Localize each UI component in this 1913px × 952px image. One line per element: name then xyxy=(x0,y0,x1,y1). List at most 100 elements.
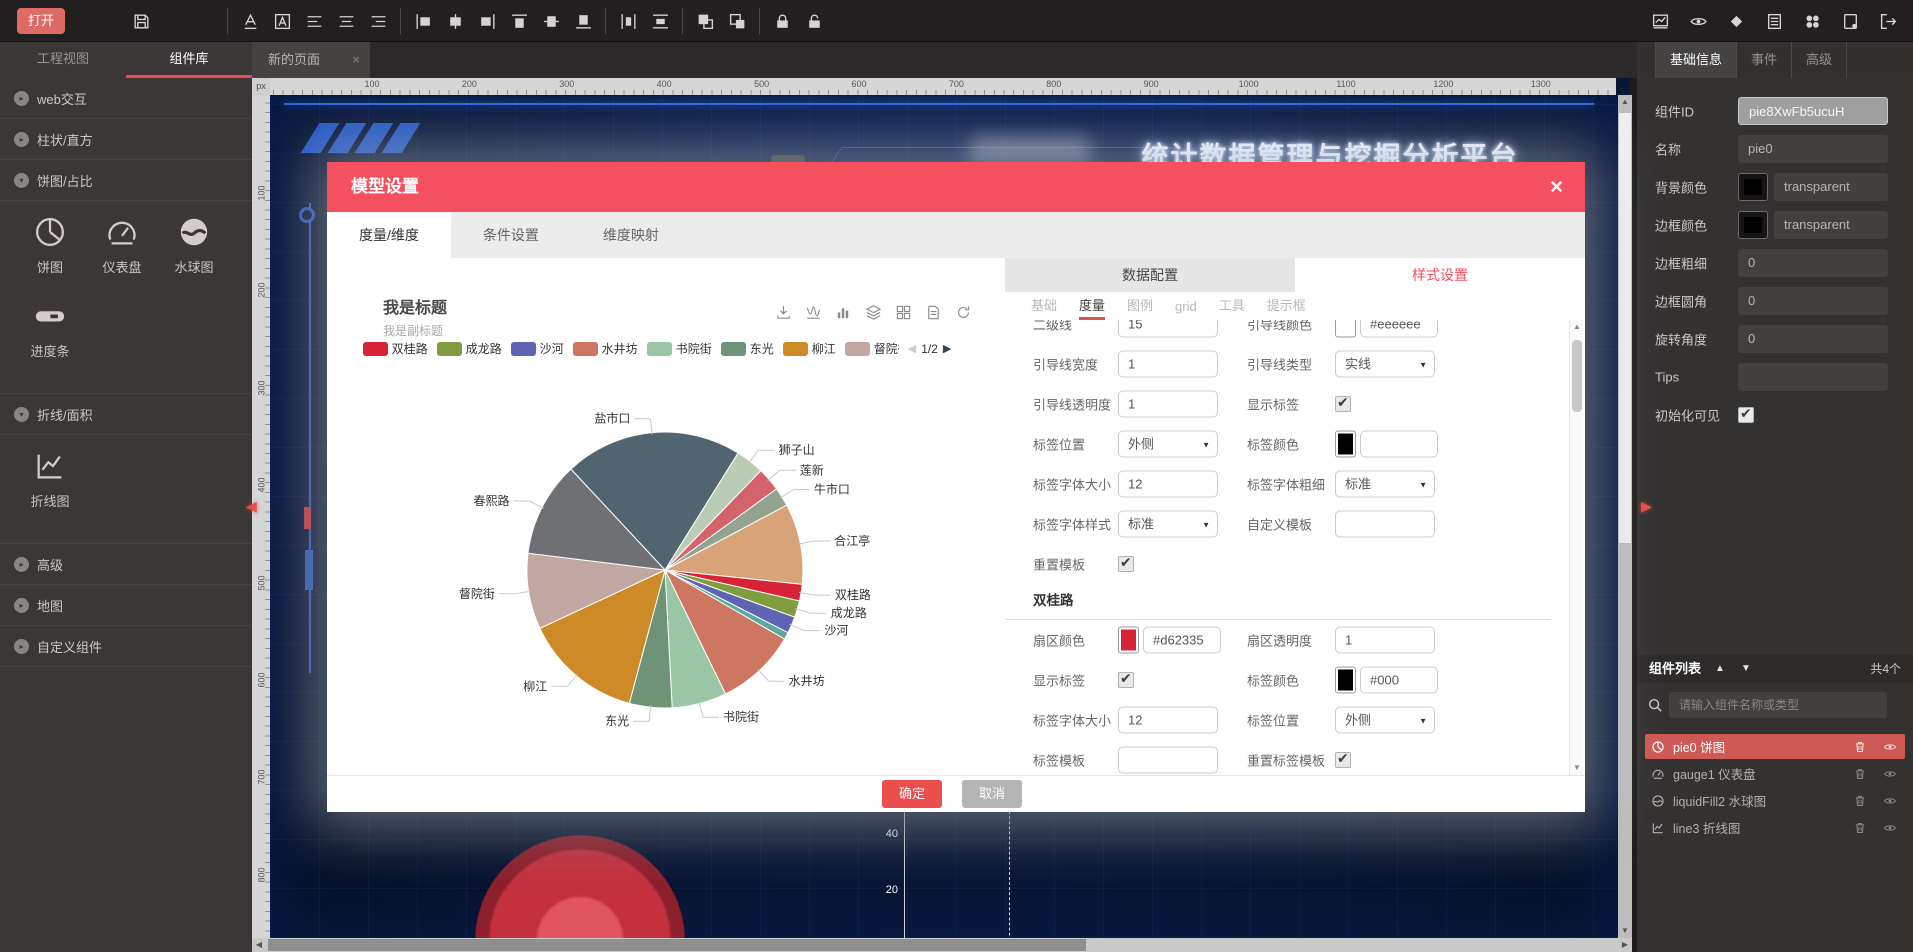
scroll-down-icon[interactable]: ▼ xyxy=(1618,924,1632,938)
settings-tab-0[interactable]: 数据配置 xyxy=(1005,258,1295,292)
component-item-仪表盘[interactable]: 仪表盘 xyxy=(86,215,158,299)
trash-icon[interactable] xyxy=(1853,794,1867,808)
scroll-right-icon[interactable]: ▶ xyxy=(1618,938,1632,952)
sidebar-section-0[interactable]: ▸web交互 xyxy=(0,78,252,119)
lock-icon[interactable] xyxy=(766,0,798,42)
confirm-button[interactable]: 确定 xyxy=(882,780,942,808)
settings-scrollbar[interactable]: ▲ ▼ xyxy=(1569,320,1583,775)
property-input[interactable]: transparent xyxy=(1774,173,1888,201)
text-box-icon[interactable] xyxy=(266,0,298,42)
dialog-tab-0[interactable]: 度量/维度 xyxy=(327,212,451,258)
trash-icon[interactable] xyxy=(1853,767,1867,781)
form-input[interactable]: #eeeeee xyxy=(1360,320,1438,338)
sidebar-section-2[interactable]: ▾饼图/占比 xyxy=(0,160,252,201)
align-text-left-icon[interactable] xyxy=(298,0,330,42)
sidebar-tab-0[interactable]: 工程视图 xyxy=(0,42,126,78)
form-select[interactable]: 外侧▼ xyxy=(1335,707,1435,734)
form-select[interactable]: 实线▼ xyxy=(1335,351,1435,378)
align-top-icon[interactable] xyxy=(503,0,535,42)
move-up-icon[interactable]: ▲ xyxy=(1715,655,1725,683)
legend-prev-icon[interactable]: ◀ xyxy=(908,342,916,355)
settings-subtab-1[interactable]: 度量 xyxy=(1079,295,1105,320)
collapse-right-panel-handle[interactable]: ▶ xyxy=(1641,498,1652,515)
widgets-icon[interactable] xyxy=(1797,0,1827,42)
form-select[interactable]: 标准▼ xyxy=(1335,471,1435,498)
form-input[interactable]: 1 xyxy=(1335,627,1435,654)
scroll-up-icon[interactable]: ▲ xyxy=(1570,320,1584,334)
align-left-icon[interactable] xyxy=(407,0,439,42)
property-input[interactable]: transparent xyxy=(1774,211,1888,239)
component-item-水球图[interactable]: 水球图 xyxy=(158,215,230,299)
send-back-icon[interactable] xyxy=(721,0,753,42)
diamond-icon[interactable] xyxy=(1721,0,1751,42)
color-swatch[interactable] xyxy=(1335,667,1356,694)
dialog-tab-2[interactable]: 维度映射 xyxy=(571,212,691,258)
sidebar-section-6[interactable]: ▸自定义组件 xyxy=(0,626,252,667)
legend-item-双桂路[interactable]: 双桂路 xyxy=(363,340,428,357)
device-icon[interactable] xyxy=(1835,0,1865,42)
legend-item-东光[interactable]: 东光 xyxy=(721,340,774,357)
legend-item-督院街[interactable]: 督院街 xyxy=(845,340,899,357)
settings-subtab-3[interactable]: grid xyxy=(1175,299,1197,320)
legend-item-成龙路[interactable]: 成龙路 xyxy=(437,340,502,357)
eye-icon[interactable] xyxy=(1883,740,1897,754)
line-view-icon[interactable] xyxy=(805,304,822,321)
form-input[interactable]: 1 xyxy=(1118,391,1218,418)
form-checkbox[interactable] xyxy=(1335,752,1351,768)
canvas-vertical-scrollbar[interactable]: ▲ ▼ xyxy=(1618,95,1632,938)
list-item-line3 折线图[interactable]: line3 折线图 xyxy=(1645,815,1905,840)
list-item-pie0 饼图[interactable]: pie0 饼图 xyxy=(1645,734,1905,759)
form-input[interactable]: #000 xyxy=(1360,667,1438,694)
bar-view-icon[interactable] xyxy=(835,304,852,321)
sidebar-section-3[interactable]: ▾折线/面积 xyxy=(0,394,252,435)
component-item-折线图[interactable]: 折线图 xyxy=(14,449,86,533)
form-checkbox[interactable] xyxy=(1118,672,1134,688)
close-dialog-icon[interactable]: × xyxy=(1550,174,1563,200)
align-right-icon[interactable] xyxy=(471,0,503,42)
form-input[interactable] xyxy=(1360,431,1438,458)
property-input[interactable]: pie0 xyxy=(1738,135,1888,163)
property-input[interactable] xyxy=(1738,363,1888,391)
scroll-left-icon[interactable]: ◀ xyxy=(252,938,266,952)
color-swatch[interactable] xyxy=(1335,320,1356,338)
horizontal-scroll-thumb[interactable] xyxy=(268,939,1086,951)
property-input[interactable]: 0 xyxy=(1738,325,1888,353)
scroll-down-icon[interactable]: ▼ xyxy=(1570,761,1584,775)
settings-scroll-thumb[interactable] xyxy=(1572,340,1582,412)
form-input[interactable]: 15 xyxy=(1118,320,1218,338)
align-middle-icon[interactable] xyxy=(535,0,567,42)
color-swatch[interactable] xyxy=(1738,173,1768,201)
unlock-icon[interactable] xyxy=(798,0,830,42)
vertical-scroll-thumb[interactable] xyxy=(1619,113,1631,543)
color-swatch[interactable] xyxy=(1335,431,1356,458)
form-select[interactable]: 标准▼ xyxy=(1118,511,1218,538)
sidebar-tab-1[interactable]: 组件库 xyxy=(126,42,252,78)
exit-icon[interactable] xyxy=(1873,0,1903,42)
distribute-v-icon[interactable] xyxy=(644,0,676,42)
text-underline-icon[interactable] xyxy=(234,0,266,42)
form-input[interactable]: 12 xyxy=(1118,707,1218,734)
form-select[interactable]: 外侧▼ xyxy=(1118,431,1218,458)
align-center-h-icon[interactable] xyxy=(439,0,471,42)
property-checkbox[interactable] xyxy=(1738,407,1754,423)
bring-front-icon[interactable] xyxy=(689,0,721,42)
move-down-icon[interactable]: ▼ xyxy=(1741,655,1751,683)
collapse-left-panel-handle[interactable]: ◀ xyxy=(246,498,257,515)
settings-tab-1[interactable]: 样式设置 xyxy=(1295,258,1585,292)
tiled-icon[interactable] xyxy=(895,304,912,321)
refresh-icon[interactable] xyxy=(955,304,972,321)
stack-icon[interactable] xyxy=(865,304,882,321)
pie-chart[interactable]: 盐市口狮子山莲新牛市口合江亭双桂路成龙路沙河水井坊书院街东光柳江督院街春熙路 xyxy=(333,370,1003,752)
dialog-tab-1[interactable]: 条件设置 xyxy=(451,212,571,258)
data-view-icon[interactable] xyxy=(925,304,942,321)
form-checkbox[interactable] xyxy=(1118,556,1134,572)
legend-item-水井坊[interactable]: 水井坊 xyxy=(573,340,638,357)
distribute-h-icon[interactable] xyxy=(612,0,644,42)
canvas-horizontal-scrollbar[interactable]: ◀ ▶ xyxy=(252,938,1632,952)
save-all-icon[interactable] xyxy=(189,0,221,42)
form-input[interactable]: #d62335 xyxy=(1143,627,1221,654)
sidebar-section-5[interactable]: ▸地图 xyxy=(0,585,252,626)
panel-tab-2[interactable]: 高级 xyxy=(1792,42,1847,78)
cancel-button[interactable]: 取消 xyxy=(962,780,1022,808)
property-input[interactable]: 0 xyxy=(1738,287,1888,315)
